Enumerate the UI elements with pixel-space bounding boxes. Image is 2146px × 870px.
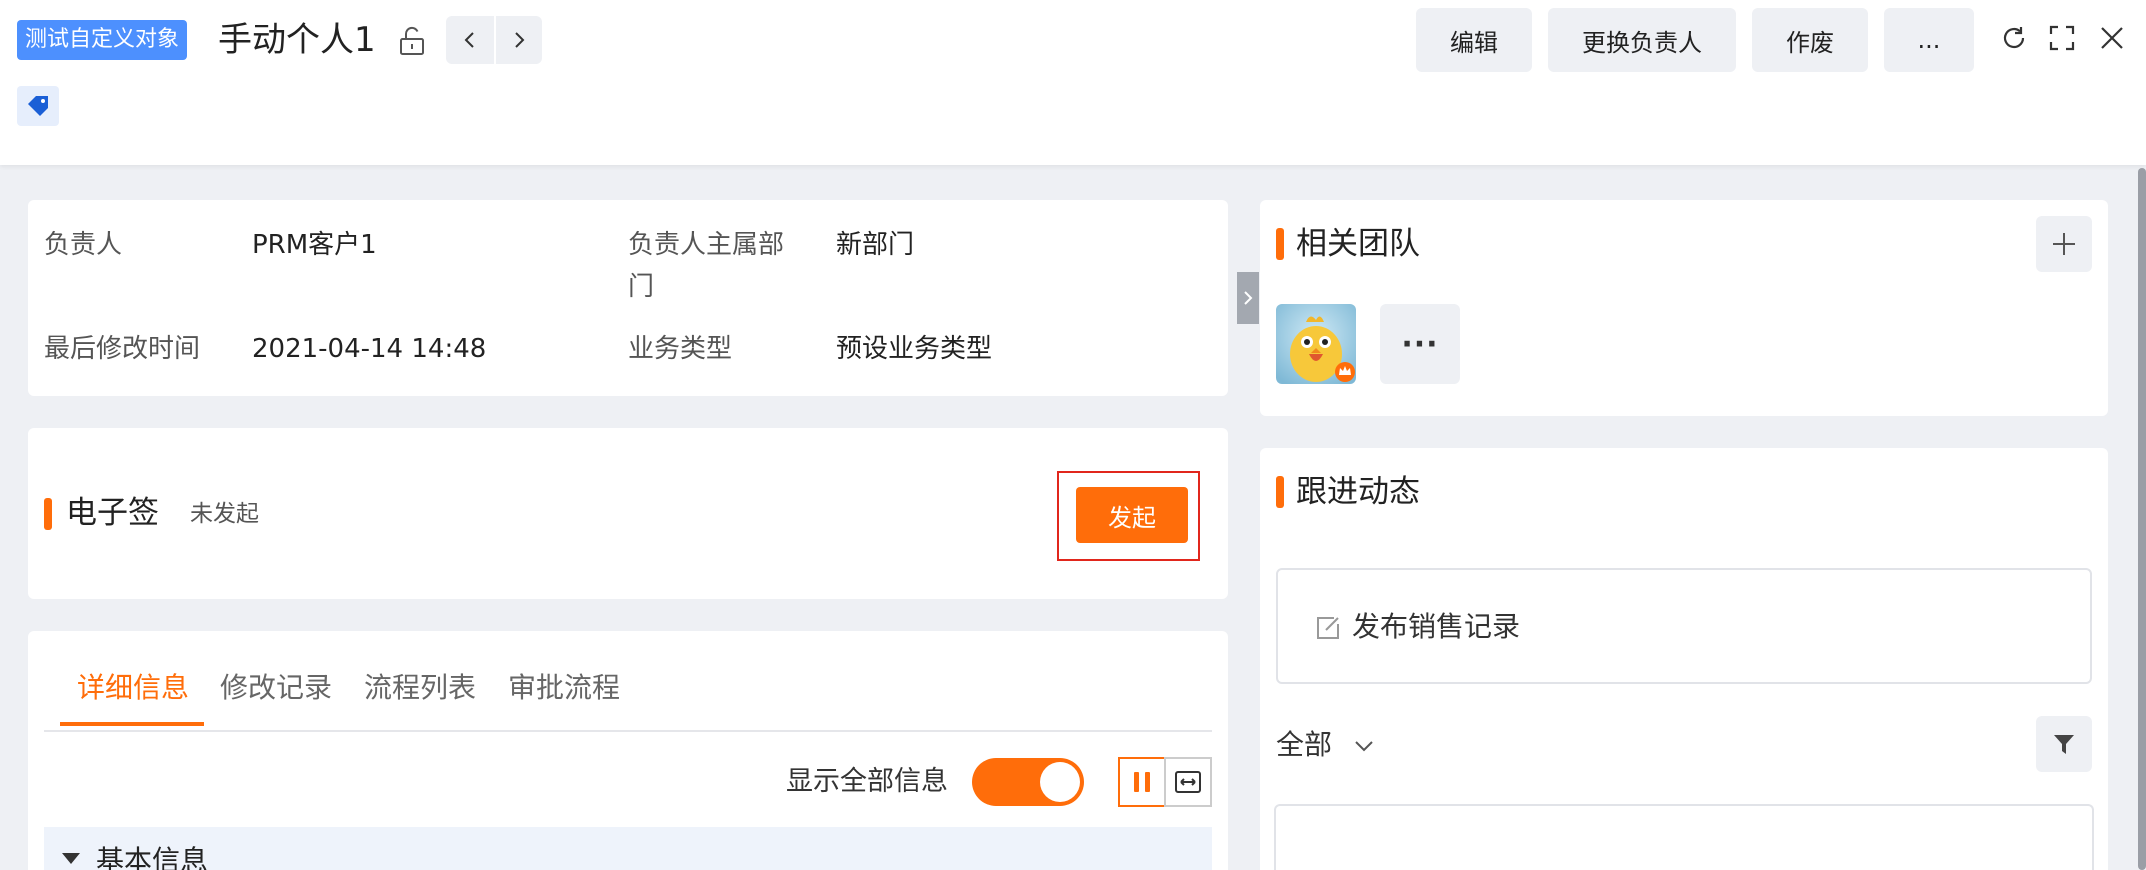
group-title: 基本信息: [96, 844, 209, 870]
two-column-view-button[interactable]: [1118, 757, 1166, 807]
esign-status: 未发起: [190, 501, 259, 527]
more-actions-button[interactable]: ...: [1884, 8, 1974, 72]
esign-launch-button[interactable]: 发起: [1076, 487, 1188, 543]
tab-divider: [44, 730, 1212, 732]
change-owner-button[interactable]: 更换负责人: [1548, 8, 1736, 72]
business-type-label: 业务类型: [628, 334, 733, 364]
active-tab-indicator: [60, 722, 204, 726]
object-type-badge: 测试自定义对象: [17, 20, 188, 60]
page-scrollbar[interactable]: [2138, 168, 2146, 870]
chevron-right-icon: [515, 32, 525, 48]
void-button[interactable]: 作废: [1752, 8, 1868, 72]
unlock-icon[interactable]: [397, 26, 427, 56]
edit-note-icon: [1317, 617, 1339, 639]
expand-horizontal-icon: [1175, 771, 1201, 793]
show-all-info-toggle[interactable]: [972, 758, 1084, 806]
owner-value[interactable]: PRM客户1: [252, 224, 377, 266]
add-team-member-button[interactable]: [2036, 216, 2092, 272]
team-title: 相关团队: [1296, 226, 1420, 262]
chevron-down-icon[interactable]: [1352, 734, 1376, 758]
tag-icon[interactable]: [17, 86, 59, 126]
side-panel-collapse-handle[interactable]: [1237, 272, 1259, 324]
owner-dept-label-cont: 门: [628, 272, 655, 302]
section-accent-bar: [1276, 476, 1284, 508]
esign-title: 电子签: [66, 495, 159, 531]
last-modified-label: 最后修改时间: [44, 334, 201, 364]
record-title: 手动个人1: [218, 20, 376, 60]
section-accent-bar: [1276, 228, 1284, 260]
esign-card: 电子签 未发起: [28, 428, 1228, 599]
last-modified-value: 2021-04-14 14:48: [252, 334, 487, 364]
activity-feed-list: [1274, 804, 2094, 870]
toggle-knob: [1040, 762, 1080, 802]
record-nav: [446, 16, 542, 64]
close-icon[interactable]: [2096, 22, 2128, 54]
more-members-button[interactable]: ···: [1380, 304, 1460, 384]
collapse-triangle-icon: [62, 853, 80, 864]
full-width-view-button[interactable]: [1164, 757, 1212, 807]
refresh-icon[interactable]: [1998, 22, 2030, 54]
owner-dept-label: 负责人主属部: [628, 230, 785, 260]
summary-info-card: 负责人 PRM客户1 负责人主属部 门 新部门 最后修改时间 2021-04-1…: [28, 200, 1228, 396]
prev-record-button[interactable]: [446, 16, 494, 64]
chevron-left-icon: [464, 32, 474, 48]
publish-sales-record-label: 发布销售记录: [1352, 610, 1521, 643]
next-record-button[interactable]: [494, 16, 542, 64]
plus-icon: [2053, 233, 2075, 255]
fullscreen-icon[interactable]: [2046, 22, 2078, 54]
followup-title: 跟进动态: [1296, 474, 1420, 510]
activity-filter-label[interactable]: 全部: [1276, 724, 1332, 766]
tab-change-log[interactable]: 修改记录: [220, 666, 332, 710]
owner-label: 负责人: [44, 230, 123, 260]
section-accent-bar: [44, 498, 52, 530]
tab-process-list[interactable]: 流程列表: [364, 666, 476, 710]
chevron-right-icon: [1244, 291, 1253, 305]
funnel-icon[interactable]: [2036, 716, 2092, 772]
basic-info-group-header[interactable]: 基本信息: [44, 827, 1212, 870]
edit-button[interactable]: 编辑: [1416, 8, 1532, 72]
show-all-info-label: 显示全部信息: [786, 766, 948, 797]
avatar[interactable]: [1276, 304, 1356, 384]
record-header: 测试自定义对象 手动个人1 编辑 更换负责人 作废 ...: [0, 0, 2146, 165]
columns-icon: [1134, 772, 1150, 792]
publish-sales-record-box[interactable]: 发布销售记录: [1276, 568, 2092, 684]
owner-dept-value: 新部门: [836, 230, 915, 260]
tab-detail-info[interactable]: 详细信息: [77, 666, 189, 710]
business-type-value: 预设业务类型: [836, 334, 993, 364]
tab-approval-flow[interactable]: 审批流程: [508, 666, 620, 710]
